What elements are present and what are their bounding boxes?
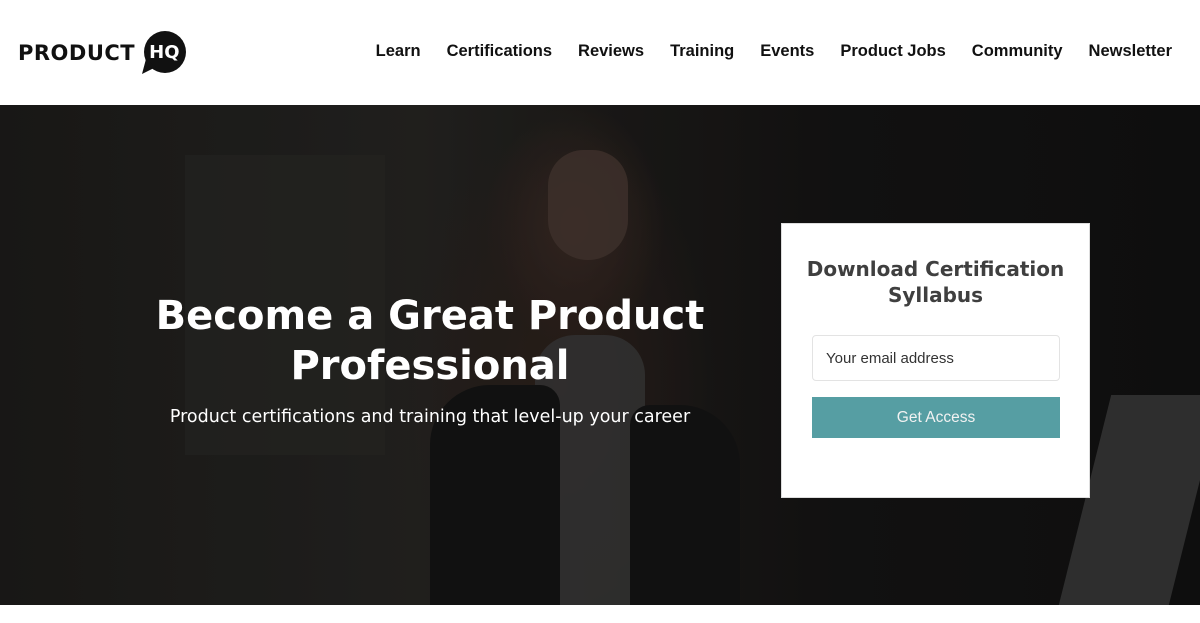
get-access-button[interactable]: Get Access — [812, 397, 1060, 438]
site-header: PRODUCT HQ Learn Certifications Reviews … — [0, 0, 1200, 105]
nav-item-product-jobs[interactable]: Product Jobs — [840, 42, 945, 61]
nav-item-events[interactable]: Events — [760, 42, 814, 61]
syllabus-signup-form: Download Certification Syllabus Get Acce… — [781, 223, 1090, 498]
hero-subtitle: Product certifications and training that… — [169, 407, 691, 427]
nav-item-reviews[interactable]: Reviews — [578, 42, 644, 61]
nav-item-newsletter[interactable]: Newsletter — [1089, 42, 1172, 61]
email-field[interactable] — [812, 335, 1060, 381]
form-title: Download Certification Syllabus — [806, 257, 1065, 307]
nav-item-certifications[interactable]: Certifications — [447, 42, 552, 61]
speech-bubble-icon: HQ — [140, 31, 187, 75]
hero-section: Become a Great Product Professional Prod… — [0, 105, 1200, 605]
nav-item-learn[interactable]: Learn — [376, 42, 421, 61]
nav-item-training[interactable]: Training — [670, 42, 734, 61]
logo-badge: HQ — [149, 42, 180, 63]
logo-text: PRODUCT — [18, 41, 136, 65]
nav-item-community[interactable]: Community — [972, 42, 1063, 61]
main-nav: Learn Certifications Reviews Training Ev… — [350, 42, 1172, 61]
hero-title: Become a Great Product Professional — [155, 293, 705, 389]
logo-link[interactable]: PRODUCT HQ — [18, 30, 187, 76]
